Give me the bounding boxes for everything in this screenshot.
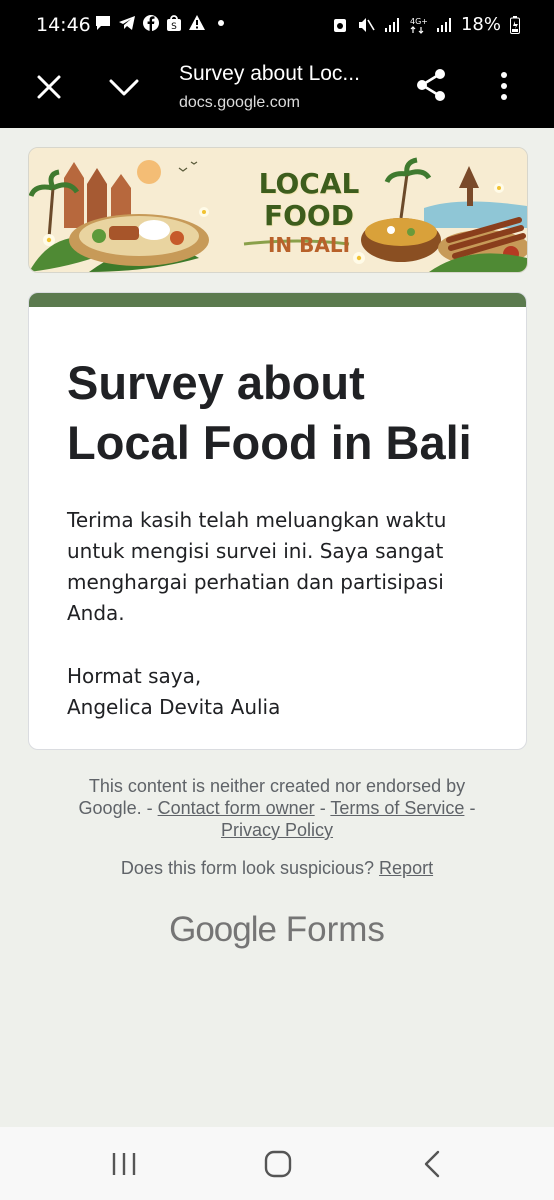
close-icon[interactable] [34,72,64,102]
system-nav-bar [0,1127,554,1200]
separator: - [469,798,476,818]
footer-disclaimer: This content is neither created nor endo… [60,775,494,841]
google-forms-logo[interactable]: Google Forms [0,910,554,950]
form-title: Survey about Local Food in Bali [67,353,488,473]
notification-icons: S [94,14,224,32]
banner-title-line2: IN BALI [267,233,351,257]
more-vert-icon[interactable] [496,70,512,102]
privacy-policy-link[interactable]: Privacy Policy [221,820,333,840]
banner-title-line1: LOCAL FOOD [258,167,360,232]
status-time: 14:46 [36,14,91,36]
system-icons: 4G+ 18% [332,14,520,35]
page-url: docs.google.com [179,94,300,111]
battery-icon [510,15,520,34]
4g-icon: 4G+ [410,17,427,34]
form-title-line1: Survey about [67,356,365,409]
shopee-icon: S [167,15,181,32]
description-line: Terima kasih telah meluangkan waktu [67,508,447,532]
back-icon[interactable] [422,1149,442,1179]
signal-icon [436,17,451,32]
form-accent-bar [29,293,526,307]
description-line: Anda. [67,601,125,625]
sign-off: Hormat saya, [67,664,202,688]
chat-bubble-icon [96,16,110,30]
signal-icon [384,17,399,32]
warning-icon [189,15,205,30]
chevron-down-icon[interactable] [108,72,140,102]
custom-tab-toolbar: Survey about Loc... docs.google.com [0,54,554,128]
telegram-icon [119,16,135,30]
page-title: Survey about Loc... [179,62,360,85]
description-line: untuk mengisi survei ini. Saya sangat [67,539,444,563]
form-header-banner: LOCAL FOOD IN BALI [28,147,528,273]
form-title-line2: Local Food in Bali [67,416,472,469]
logo-google: Google [169,910,277,949]
mute-icon [358,17,375,32]
banner-title: LOCAL FOOD IN BALI [219,168,399,258]
separator: - [319,798,326,818]
svg-text:S: S [171,22,177,32]
facebook-icon [143,15,159,31]
share-icon[interactable] [414,68,448,102]
suspicious-text: Does this form look suspicious? [120,858,375,878]
battery-percent: 18% [460,14,501,35]
description-line: menghargai perhatian dan partisipasi [67,570,444,594]
logo-forms: Forms [285,910,385,949]
contact-form-owner-link[interactable]: Contact form owner [158,798,315,818]
svg-text:4G+: 4G+ [410,17,427,26]
alarm-icon [333,18,346,32]
author-name: Angelica Devita Aulia [67,695,281,719]
status-bar: 14:46 S 4G+ 18% [0,0,554,54]
form-description: Terima kasih telah meluangkan waktu untu… [67,505,488,629]
page-title-block[interactable]: Survey about Loc... docs.google.com [179,60,399,112]
form-card: Survey about Local Food in Bali Terima k… [28,292,527,750]
terms-of-service-link[interactable]: Terms of Service [330,798,464,818]
recent-apps-icon[interactable] [110,1151,138,1177]
home-icon[interactable] [264,1150,292,1178]
report-row: Does this form look suspicious? Report [60,858,494,879]
form-signature: Hormat saya, Angelica Devita Aulia [67,661,488,723]
more-notifications-dot [218,20,224,26]
report-link[interactable]: Report [379,858,433,878]
